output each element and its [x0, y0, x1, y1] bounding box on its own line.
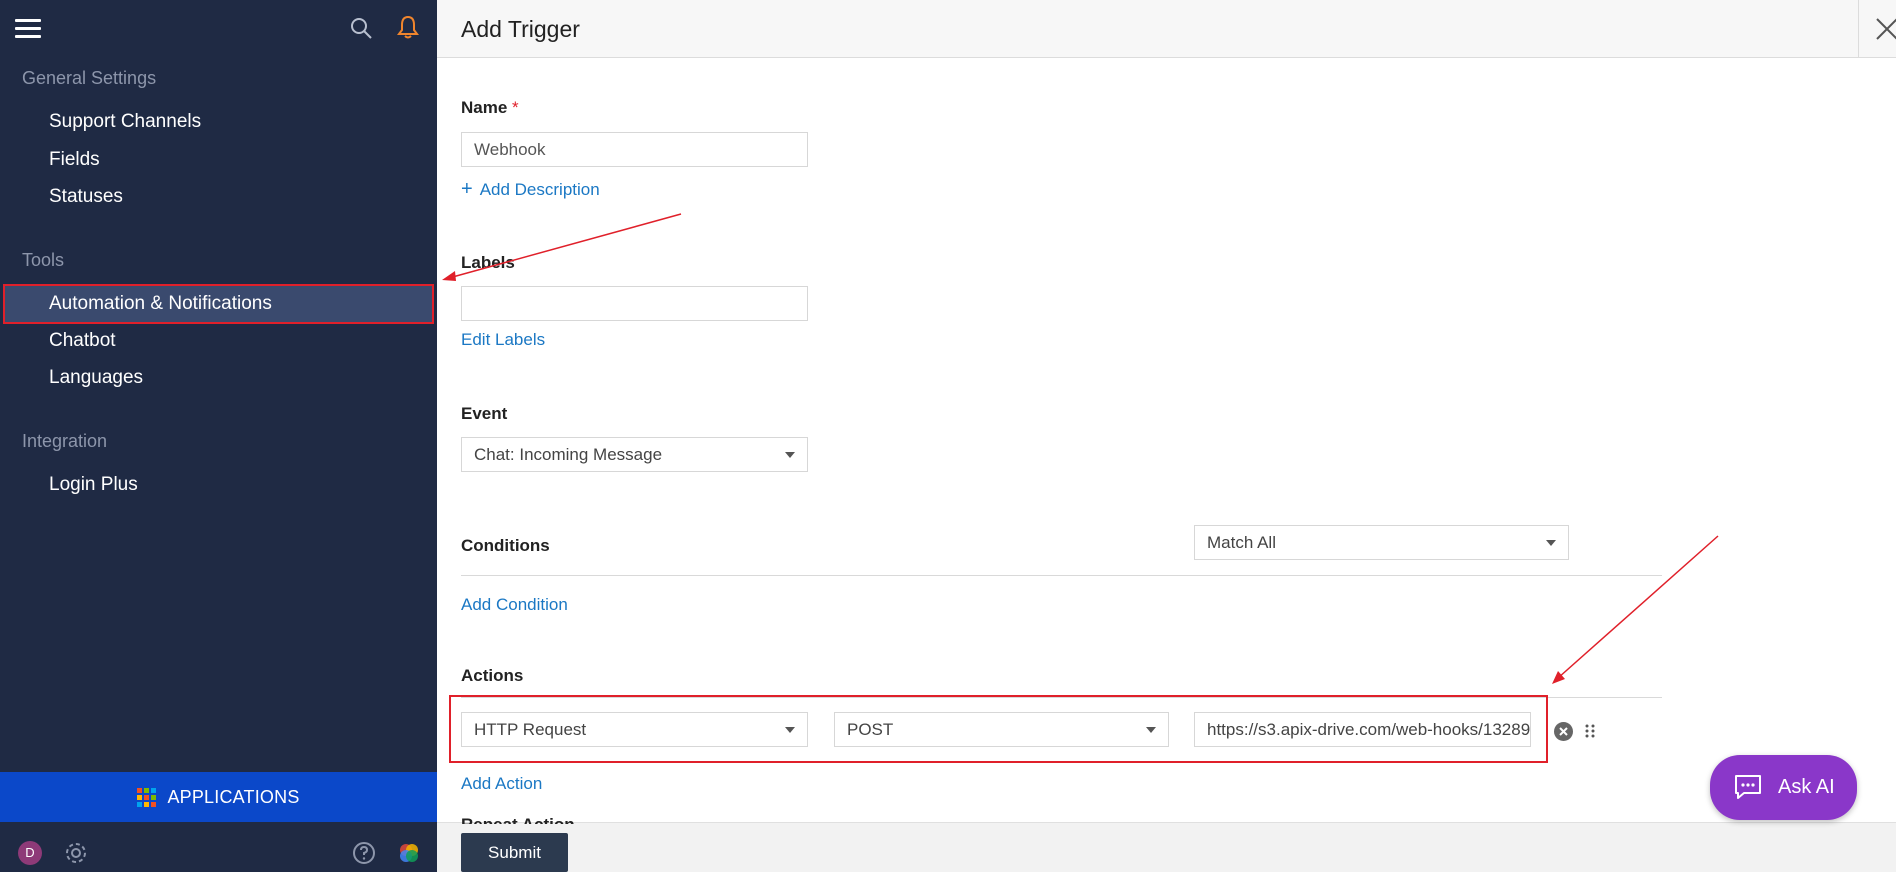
page-header: Add Trigger: [437, 0, 1896, 58]
conditions-match-value: Match All: [1207, 533, 1276, 552]
actions-label: Actions: [461, 666, 524, 685]
action-type-select[interactable]: HTTP Request: [461, 712, 808, 747]
avatar[interactable]: D: [18, 841, 42, 865]
chevron-down-icon: [1146, 727, 1156, 733]
gear-icon[interactable]: [64, 841, 88, 865]
sidebar-top-bar: [0, 0, 437, 58]
action-method-value: POST: [847, 720, 894, 739]
edit-labels-link[interactable]: Edit Labels: [461, 330, 545, 350]
sidebar: General Settings Support Channels Fields…: [0, 0, 437, 872]
sidebar-item-automation-notifications[interactable]: Automation & Notifications: [3, 284, 434, 324]
close-button[interactable]: [1858, 0, 1896, 58]
sidebar-item-chatbot[interactable]: Chatbot: [0, 322, 437, 360]
ask-ai-label: Ask AI: [1778, 776, 1835, 798]
plus-icon: +: [461, 178, 473, 200]
bell-icon[interactable]: [397, 15, 419, 39]
event-label: Event: [461, 404, 508, 423]
chevron-down-icon: [1546, 540, 1556, 546]
chat-icon: [1735, 775, 1761, 799]
conditions-label: Conditions: [461, 536, 550, 555]
footer-bar: [437, 822, 1896, 872]
sidebar-section-tools: Tools: [22, 250, 65, 270]
labels-label: Labels: [461, 253, 515, 272]
zoho-apps-icon[interactable]: [397, 841, 421, 865]
close-icon: [1876, 18, 1896, 40]
labels-input[interactable]: [461, 286, 808, 321]
drag-handle-icon[interactable]: [1585, 724, 1595, 738]
name-label: Name *: [461, 98, 519, 118]
action-type-value: HTTP Request: [474, 720, 587, 739]
required-mark: *: [512, 98, 519, 117]
close-circle-icon: [1559, 727, 1568, 736]
applications-label: APPLICATIONS: [167, 786, 300, 807]
page-title: Add Trigger: [461, 16, 580, 42]
apps-grid-icon: [137, 787, 157, 807]
remove-action-button[interactable]: [1554, 722, 1573, 741]
sidebar-item-login-plus[interactable]: Login Plus: [0, 466, 437, 504]
sidebar-item-fields[interactable]: Fields: [0, 141, 437, 179]
event-select-value: Chat: Incoming Message: [474, 445, 663, 464]
sidebar-section-integration: Integration: [22, 431, 108, 451]
sidebar-item-statuses[interactable]: Statuses: [0, 178, 437, 216]
annotation-arrowhead-sidebar: [442, 271, 456, 281]
sidebar-item-languages[interactable]: Languages: [0, 359, 437, 397]
chevron-down-icon: [785, 452, 795, 458]
action-method-select[interactable]: POST: [834, 712, 1169, 747]
action-url-input[interactable]: https://s3.apix-drive.com/web-hooks/1328…: [1194, 712, 1531, 747]
submit-button[interactable]: Submit: [461, 833, 568, 872]
conditions-match-select[interactable]: Match All: [1194, 525, 1569, 560]
action-url-value: https://s3.apix-drive.com/web-hooks/1328…: [1207, 720, 1531, 739]
name-input[interactable]: [461, 132, 808, 167]
annotation-arrowhead-actions: [1552, 671, 1565, 684]
sidebar-section-general-settings: General Settings: [22, 68, 157, 88]
search-icon[interactable]: [349, 16, 373, 40]
add-action-link[interactable]: Add Action: [461, 774, 542, 794]
add-condition-link[interactable]: Add Condition: [461, 595, 568, 615]
help-icon[interactable]: [352, 841, 376, 865]
chevron-down-icon: [785, 727, 795, 733]
add-description-text: Add Description: [479, 180, 600, 199]
menu-icon[interactable]: [15, 19, 41, 39]
conditions-divider: [461, 575, 1662, 576]
name-label-text: Name: [461, 98, 508, 117]
applications-button[interactable]: APPLICATIONS: [0, 772, 437, 822]
ask-ai-button[interactable]: Ask AI: [1710, 755, 1857, 820]
annotation-arrow-actions: [1557, 535, 1719, 679]
repeat-action-label: Repeat Action: [461, 815, 575, 824]
event-select[interactable]: Chat: Incoming Message: [461, 437, 808, 472]
add-description-link[interactable]: + Add Description: [461, 178, 600, 201]
sidebar-item-support-channels[interactable]: Support Channels: [0, 103, 437, 141]
